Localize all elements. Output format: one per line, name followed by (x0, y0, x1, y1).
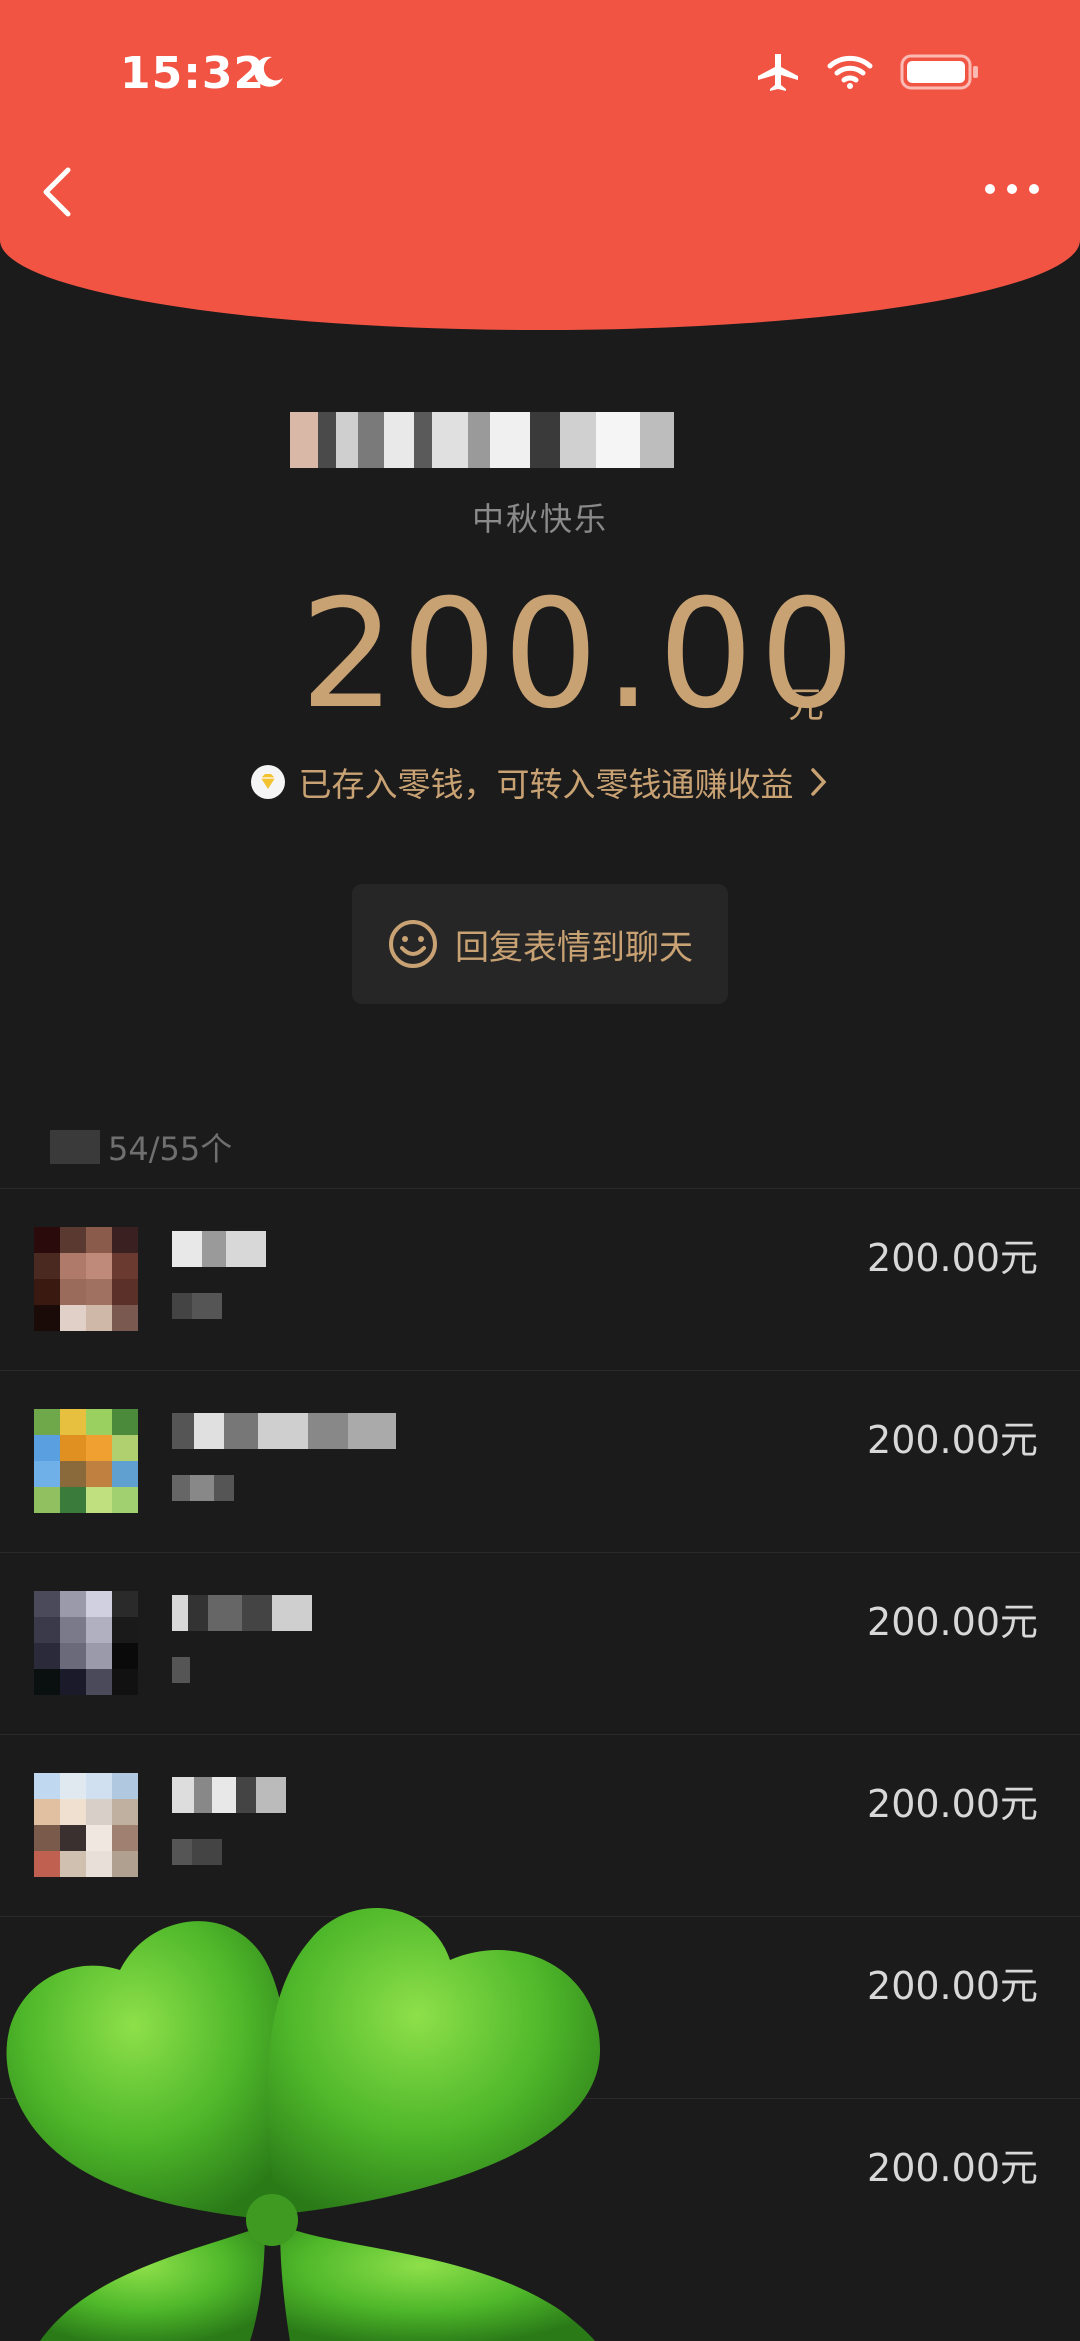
list-item[interactable]: 200.00元 (0, 1370, 1080, 1552)
avatar (34, 1591, 138, 1695)
more-options-button[interactable] (982, 178, 1042, 200)
receiver-name-redacted (172, 1595, 312, 1631)
count-text: 54/55个 (108, 1130, 233, 1168)
receiver-time-redacted (172, 1293, 222, 1319)
chevron-right-icon (810, 768, 826, 796)
status-icons (756, 52, 980, 92)
moon-icon (254, 56, 283, 87)
count-prefix-redacted (50, 1130, 100, 1164)
clover-decoration (6, 1907, 600, 2341)
status-time: 15:32 (120, 48, 266, 99)
avatar (34, 1773, 138, 1877)
reply-label: 回复表情到聊天 (455, 927, 693, 968)
wifi-icon (827, 55, 873, 89)
avatar (34, 1227, 138, 1331)
sender-name-redacted (290, 412, 790, 468)
list-item[interactable]: 200.00元 (0, 1552, 1080, 1734)
receiver-time-redacted (172, 1657, 190, 1683)
receiver-amount: 200.00元 (867, 1418, 1038, 1462)
greeting-text: 中秋快乐 (471, 500, 608, 538)
saved-to-balance-link[interactable]: 已存入零钱，可转入零钱通赚收益 (0, 758, 1080, 806)
receiver-amount: 200.00元 (867, 1236, 1038, 1280)
receiver-time-redacted (172, 1839, 222, 1865)
received-amount: 200.00 (300, 568, 861, 742)
diamond-icon (250, 765, 285, 799)
list-item[interactable]: 200.00元 (0, 1188, 1080, 1370)
receiver-amount: 200.00元 (867, 1964, 1038, 2008)
receiver-amount: 200.00元 (867, 1600, 1038, 1644)
airplane-icon (758, 54, 798, 91)
reply-with-sticker-button[interactable]: 回复表情到聊天 (352, 884, 728, 1004)
receiver-count: 54/55个 (50, 1124, 232, 1170)
smiley-icon (389, 920, 437, 968)
list-item[interactable]: 200.00元 (0, 1734, 1080, 1916)
saved-text: 已存入零钱，可转入零钱通赚收益 (298, 765, 794, 804)
battery-icon (900, 54, 978, 90)
receiver-amount: 200.00元 (867, 1782, 1038, 1826)
back-button[interactable] (38, 164, 78, 220)
receiver-amount: 200.00元 (867, 2146, 1038, 2190)
avatar (34, 1409, 138, 1513)
receiver-name-redacted (172, 1777, 286, 1813)
receiver-time-redacted (172, 1475, 234, 1501)
receiver-name-redacted (172, 1231, 266, 1267)
amount-unit: 元 (788, 685, 825, 726)
receiver-name-redacted (172, 1413, 396, 1449)
